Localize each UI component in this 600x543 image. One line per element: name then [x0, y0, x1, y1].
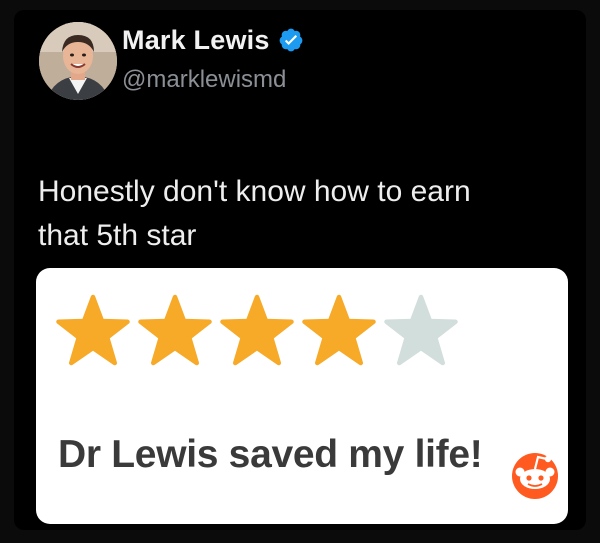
tweet-text-line-2: that 5th star: [38, 219, 197, 252]
review-text: Dr Lewis saved my life!: [58, 433, 483, 476]
filled-star-icon: [302, 294, 376, 366]
filled-star-icon: [138, 294, 212, 366]
tweet-card: Mark Lewis @marklewismd Honestly don't k…: [14, 10, 586, 530]
reddit-icon: [510, 448, 560, 500]
filled-star-icon: [220, 294, 294, 366]
review-image: Dr Lewis saved my life!: [36, 268, 568, 524]
display-name[interactable]: Mark Lewis: [122, 25, 270, 56]
filled-star-icon: [56, 294, 130, 366]
profile-photo-icon: [39, 22, 117, 100]
tweet-text-line-1: Honestly don't know how to earn: [38, 175, 471, 208]
avatar[interactable]: [39, 22, 117, 100]
author-name-row: Mark Lewis: [122, 22, 304, 58]
author-handle[interactable]: @marklewismd: [122, 66, 286, 94]
star-rating: [54, 294, 460, 366]
verified-badge-icon: [278, 27, 304, 53]
tweet-text: Honestly don't know how to earn that 5th…: [38, 170, 578, 258]
empty-star-icon: [384, 294, 458, 366]
